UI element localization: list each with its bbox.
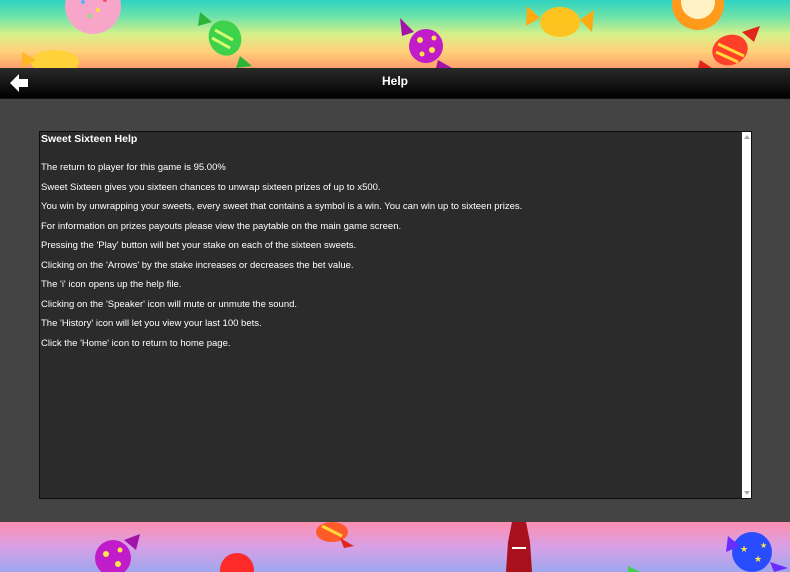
top-candy-banner [0, 0, 790, 68]
help-line-history: The 'History' icon will let you view you… [41, 318, 262, 329]
yellow-candy-icon [526, 6, 594, 37]
svg-text:★: ★ [740, 544, 748, 554]
help-line-paytable: For information on prizes payouts please… [41, 221, 402, 232]
candy-decoration [22, 0, 760, 68]
help-line-info: The 'i' icon opens up the help file. [41, 279, 182, 290]
red-round-candy-icon [220, 553, 254, 572]
help-line-play: Pressing the 'Play' button will bet your… [41, 240, 357, 251]
help-line-arrows: Clicking on the 'Arrows' by the stake in… [41, 260, 354, 271]
help-line-win: You win by unwrapping your sweets, every… [41, 201, 523, 212]
help-title: Sweet Sixteen Help [41, 133, 138, 145]
red-candy-icon [698, 26, 760, 68]
purple-candy-bottom-icon [95, 534, 140, 572]
green-candy-icon [198, 12, 252, 68]
scrollbar[interactable] [742, 132, 751, 498]
orange-striped-candy-icon [316, 522, 354, 548]
page-title: Help [381, 74, 408, 88]
help-line-rtp: The return to player for this game is 95… [41, 162, 226, 173]
help-line-speaker: Clicking on the 'Speaker' icon will mute… [41, 299, 298, 310]
help-panel[interactable]: Sweet Sixteen Help The return to player … [39, 131, 752, 499]
sprinkle-candy-icon [65, 0, 121, 34]
green-candy-bottom-icon [628, 566, 640, 572]
svg-text:★: ★ [754, 554, 762, 564]
yellow-candy-left-icon [22, 50, 79, 68]
help-line-home: Click the 'Home' icon to return to home … [41, 338, 231, 349]
cola-bottle-icon [506, 522, 532, 572]
orange-candy-icon [672, 0, 724, 30]
header-bar: Help [0, 68, 790, 99]
main-area: Sweet Sixteen Help The return to player … [0, 99, 790, 522]
bottom-candy-banner: ★ ★ ★ [0, 522, 790, 572]
scroll-down-icon[interactable] [744, 491, 750, 495]
scroll-up-icon[interactable] [744, 135, 750, 139]
blue-star-candy-icon: ★ ★ ★ [726, 532, 788, 572]
purple-candy-icon [400, 18, 452, 68]
help-content: Sweet Sixteen Help The return to player … [40, 132, 741, 498]
candy-decoration-bottom: ★ ★ ★ [95, 522, 788, 572]
svg-text:★: ★ [760, 541, 767, 550]
help-line-intro: Sweet Sixteen gives you sixteen chances … [41, 182, 381, 193]
